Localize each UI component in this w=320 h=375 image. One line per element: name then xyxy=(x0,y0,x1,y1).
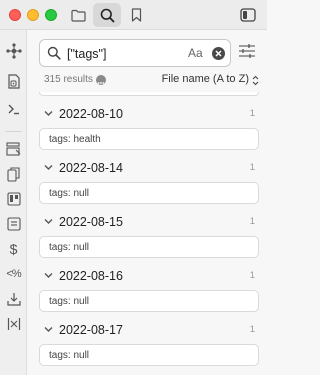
match-text: tags: null xyxy=(49,242,90,253)
result-group: 2022-08-14 1 tags: null xyxy=(27,156,267,208)
window-close-button[interactable] xyxy=(9,9,21,21)
split-view-button[interactable] xyxy=(2,313,25,335)
percentage-button[interactable]: <% xyxy=(2,263,25,285)
open-random-note-icon xyxy=(7,73,20,89)
result-file-title[interactable]: 2022-08-10 xyxy=(59,107,123,121)
search-icon xyxy=(100,8,114,22)
match-text: tags: null xyxy=(49,350,90,361)
search-settings-button[interactable] xyxy=(238,43,258,63)
window-minimize-button[interactable] xyxy=(27,9,39,21)
match-text: tags: null xyxy=(49,296,90,307)
close-icon xyxy=(215,50,222,57)
bookmark-icon xyxy=(131,8,141,22)
bookmarks-button[interactable] xyxy=(122,3,150,27)
kanban-button[interactable] xyxy=(2,188,25,210)
match-count: 1 xyxy=(249,108,255,119)
match-count: 1 xyxy=(249,324,255,335)
terminal-icon xyxy=(8,104,19,115)
results-list: 2022-08-10 1 tags: health 2022-08-14 1 t… xyxy=(27,92,267,375)
match-snippet[interactable]: tags: null xyxy=(39,236,259,258)
chevron-down-icon[interactable] xyxy=(44,218,53,225)
search-icon xyxy=(47,46,61,60)
results-bar: 315 results File name (A to Z) xyxy=(44,73,259,89)
download-icon xyxy=(6,293,21,306)
templates-icon xyxy=(6,142,21,156)
result-group: 2022-08-16 1 tags: null xyxy=(27,264,267,316)
result-file-header[interactable]: 2022-08-14 1 xyxy=(27,156,267,180)
result-group: 2022-08-17 1 tags: null xyxy=(27,318,267,370)
result-file-title[interactable]: 2022-08-15 xyxy=(59,215,123,229)
copy-button[interactable] xyxy=(2,163,25,185)
copy-icon xyxy=(7,166,20,182)
match-snippet[interactable]: tags: null xyxy=(39,344,259,366)
ribbon-divider xyxy=(5,131,22,132)
ledger-button[interactable]: $ xyxy=(2,238,25,260)
sort-order-select[interactable]: File name (A to Z) xyxy=(162,73,249,85)
title-bar xyxy=(0,0,267,30)
archive-button[interactable] xyxy=(2,213,25,235)
clear-search-button[interactable] xyxy=(212,47,225,60)
result-group: 2022-08-10 1 tags: health xyxy=(27,102,267,154)
result-file-title[interactable]: 2022-08-17 xyxy=(59,323,123,337)
file-explorer-button[interactable] xyxy=(64,3,92,27)
split-view-icon xyxy=(7,318,20,330)
result-group: 2022-08-15 1 tags: null xyxy=(27,210,267,262)
sidebar-toggle-icon xyxy=(240,8,256,22)
left-ribbon: $ <% xyxy=(0,30,27,375)
results-count: 315 results xyxy=(44,74,93,85)
match-count: 1 xyxy=(249,216,255,227)
open-random-note-button[interactable] xyxy=(2,70,25,92)
chevron-down-icon[interactable] xyxy=(44,110,53,117)
percent-icon: <% xyxy=(6,268,21,280)
match-text: tags: health xyxy=(49,134,101,145)
search-tab-button[interactable] xyxy=(93,3,121,27)
match-snippet[interactable]: tags: health xyxy=(39,128,259,150)
previous-match-card xyxy=(39,92,259,96)
match-case-button[interactable]: Aa xyxy=(188,46,203,60)
search-box: Aa xyxy=(39,39,231,67)
match-count: 1 xyxy=(249,270,255,281)
result-file-title[interactable]: 2022-08-16 xyxy=(59,269,123,283)
chevron-down-icon[interactable] xyxy=(44,326,53,333)
result-file-header[interactable]: 2022-08-15 1 xyxy=(27,210,267,234)
match-text: tags: null xyxy=(49,188,90,199)
archive-icon xyxy=(6,217,21,231)
graph-view-button[interactable] xyxy=(2,40,25,62)
toggle-sidebar-button[interactable] xyxy=(234,3,262,27)
result-file-header[interactable]: 2022-08-10 1 xyxy=(27,102,267,126)
more-options-button[interactable] xyxy=(96,75,106,85)
import-button[interactable] xyxy=(2,288,25,310)
kanban-icon xyxy=(6,192,21,206)
more-icon xyxy=(97,82,105,84)
match-snippet[interactable]: tags: null xyxy=(39,290,259,312)
chevron-down-icon[interactable] xyxy=(44,272,53,279)
folder-icon xyxy=(70,9,86,22)
result-file-header[interactable]: 2022-08-16 1 xyxy=(27,264,267,288)
templates-button[interactable] xyxy=(2,138,25,160)
window-maximize-button[interactable] xyxy=(45,9,57,21)
search-input[interactable] xyxy=(67,45,177,62)
dollar-icon: $ xyxy=(9,241,18,257)
chevron-updown-icon xyxy=(252,75,259,86)
search-panel: Aa 315 results File name (A to Z) xyxy=(27,30,267,375)
result-file-header[interactable]: 2022-08-17 1 xyxy=(27,318,267,342)
chevron-down-icon[interactable] xyxy=(44,164,53,171)
sliders-icon xyxy=(239,44,255,58)
result-file-title[interactable]: 2022-08-14 xyxy=(59,161,123,175)
match-snippet[interactable]: tags: null xyxy=(39,182,259,204)
graph-view-icon xyxy=(5,43,22,59)
match-count: 1 xyxy=(249,162,255,173)
command-palette-button[interactable] xyxy=(2,98,25,120)
